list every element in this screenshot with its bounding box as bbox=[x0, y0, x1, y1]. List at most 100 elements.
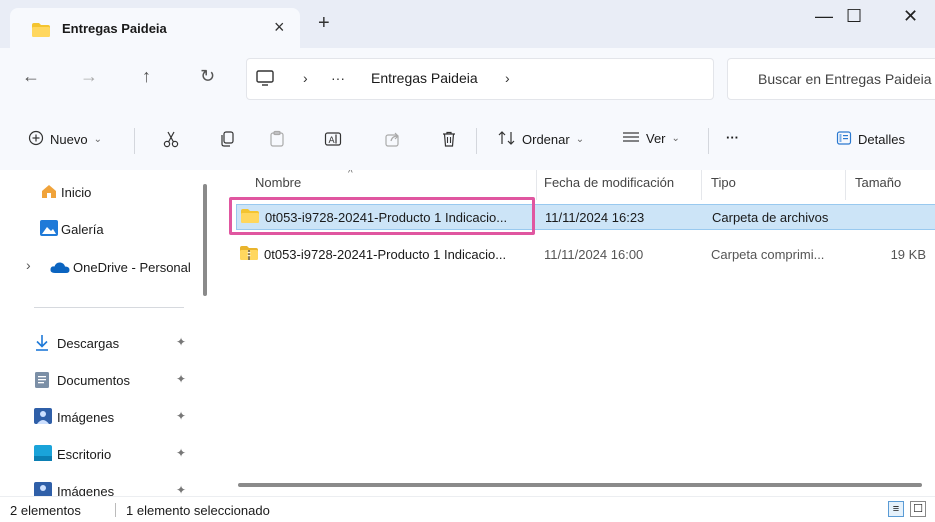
sidebar-item-label: Imágenes bbox=[57, 410, 115, 425]
column-divider[interactable] bbox=[701, 170, 702, 200]
table-row[interactable]: 0t053-i9728-20241-Producto 1 Indicacio..… bbox=[236, 242, 935, 268]
sort-icon bbox=[498, 130, 516, 149]
address-field[interactable]: › ··· Entregas Paideia › bbox=[246, 58, 714, 100]
column-divider[interactable] bbox=[536, 170, 537, 200]
column-header-date[interactable]: Fecha de modificación bbox=[544, 175, 674, 190]
pin-icon[interactable]: ✦ bbox=[176, 446, 186, 460]
details-pane-icon bbox=[836, 130, 852, 149]
file-list: ^ Nombre Fecha de modificación Tipo Tama… bbox=[218, 170, 935, 496]
address-bar-area: ← → ↑ ↻ › ··· Entregas Paideia › bbox=[0, 48, 935, 110]
desktop-icon bbox=[34, 445, 52, 464]
download-icon bbox=[34, 334, 50, 355]
tab-title: Entregas Paideia bbox=[62, 21, 167, 36]
file-date: 11/11/2024 16:23 bbox=[545, 210, 645, 225]
search-input[interactable] bbox=[756, 59, 935, 99]
table-row[interactable]: 0t053-i9728-20241-Producto 1 Indicacio..… bbox=[236, 204, 935, 230]
breadcrumb-separator: › bbox=[303, 70, 308, 86]
file-explorer-window: Entregas Paideia × + — ☐ ✕ ← → ↑ ↻ › ···… bbox=[0, 0, 935, 522]
view-button-label: Ver bbox=[646, 131, 666, 146]
gallery-icon bbox=[40, 220, 58, 239]
close-window-button[interactable]: ✕ bbox=[903, 6, 918, 27]
sidebar-item-descargas[interactable]: Descargas ✦ bbox=[0, 328, 210, 358]
horizontal-scrollbar[interactable] bbox=[238, 483, 922, 487]
breadcrumb-ellipsis[interactable]: ··· bbox=[331, 70, 345, 86]
sidebar-scrollbar[interactable] bbox=[203, 184, 207, 296]
sidebar-item-imagenes[interactable]: Imágenes ✦ bbox=[0, 402, 210, 432]
paste-icon[interactable] bbox=[268, 130, 286, 148]
file-type: Carpeta de archivos bbox=[712, 210, 829, 225]
sidebar-item-label: Documentos bbox=[57, 373, 130, 388]
sort-button-label: Ordenar bbox=[522, 132, 570, 147]
sidebar-item-label: Galería bbox=[61, 222, 104, 237]
status-divider bbox=[115, 503, 116, 517]
delete-icon[interactable] bbox=[440, 130, 458, 148]
up-button[interactable]: ↑ bbox=[142, 66, 151, 87]
tab-close-icon[interactable]: × bbox=[274, 17, 285, 38]
more-options-button[interactable]: ··· bbox=[726, 130, 739, 145]
navigation-pane: Inicio Galería › OneDrive - Personal Des… bbox=[0, 170, 218, 496]
details-button-label: Detalles bbox=[858, 132, 905, 147]
minimize-button[interactable]: — bbox=[815, 6, 833, 27]
column-divider[interactable] bbox=[845, 170, 846, 200]
chevron-down-icon: ⌄ bbox=[671, 133, 680, 144]
sidebar-item-documentos[interactable]: Documentos ✦ bbox=[0, 365, 210, 395]
new-button-label: Nuevo bbox=[50, 132, 88, 147]
refresh-button[interactable]: ↻ bbox=[200, 66, 215, 87]
breadcrumb-entregas-paideia[interactable]: Entregas Paideia bbox=[371, 70, 478, 86]
onedrive-cloud-icon bbox=[50, 261, 70, 277]
view-button[interactable]: Ver ⌄ bbox=[622, 130, 680, 147]
pictures-icon bbox=[34, 408, 52, 427]
share-icon[interactable] bbox=[384, 130, 402, 148]
file-name: 0t053-i9728-20241-Producto 1 Indicacio..… bbox=[264, 247, 507, 262]
pin-icon[interactable]: ✦ bbox=[176, 335, 186, 349]
details-view-icon[interactable]: ≡ bbox=[888, 501, 904, 517]
search-box[interactable] bbox=[727, 58, 935, 100]
sidebar-item-inicio[interactable]: Inicio bbox=[0, 177, 210, 207]
chevron-right-icon[interactable]: › bbox=[26, 257, 31, 273]
cut-icon[interactable] bbox=[162, 130, 180, 148]
folder-icon bbox=[32, 23, 50, 40]
column-header-type[interactable]: Tipo bbox=[711, 175, 736, 190]
sidebar-item-label: OneDrive - Personal bbox=[73, 260, 191, 275]
view-lines-icon bbox=[622, 130, 640, 147]
back-button[interactable]: ← bbox=[22, 66, 40, 87]
sort-button[interactable]: Ordenar ⌄ bbox=[498, 130, 584, 149]
breadcrumb-separator[interactable]: › bbox=[505, 70, 510, 86]
pin-icon[interactable]: ✦ bbox=[176, 483, 186, 496]
monitor-icon bbox=[255, 68, 275, 91]
status-bar: 2 elementos 1 elemento seleccionado ≡ ☐ bbox=[0, 496, 935, 522]
column-header-name[interactable]: Nombre bbox=[255, 175, 301, 190]
documents-icon bbox=[34, 371, 50, 392]
forward-button[interactable]: → bbox=[80, 66, 98, 87]
chevron-down-icon: ⌄ bbox=[575, 134, 585, 145]
sidebar-item-escritorio[interactable]: Escritorio ✦ bbox=[0, 439, 210, 469]
new-tab-button[interactable]: + bbox=[318, 12, 330, 35]
pictures-icon bbox=[34, 482, 52, 496]
pin-icon[interactable]: ✦ bbox=[176, 409, 186, 423]
file-type: Carpeta comprimi... bbox=[711, 247, 825, 262]
maximize-button[interactable]: ☐ bbox=[846, 6, 862, 27]
pin-icon[interactable]: ✦ bbox=[176, 372, 186, 386]
tab-entregas-paideia[interactable]: Entregas Paideia × bbox=[10, 8, 300, 48]
file-date: 11/11/2024 16:00 bbox=[544, 247, 644, 262]
sidebar-item-label: Inicio bbox=[61, 185, 92, 200]
rename-icon[interactable]: A bbox=[324, 130, 342, 148]
sidebar-item-galeria[interactable]: Galería bbox=[0, 214, 210, 244]
sort-ascending-icon: ^ bbox=[348, 170, 353, 179]
toolbar-divider bbox=[476, 128, 477, 154]
copy-icon[interactable] bbox=[218, 130, 236, 148]
chevron-down-icon: ⌄ bbox=[93, 134, 102, 145]
column-header-size[interactable]: Tamaño bbox=[855, 175, 901, 190]
sidebar-item-imagenes-2[interactable]: Imágenes ✦ bbox=[0, 476, 210, 496]
item-count: 2 elementos bbox=[10, 503, 81, 518]
new-button[interactable]: Nuevo ⌄ bbox=[28, 130, 102, 149]
tiles-view-icon[interactable]: ☐ bbox=[910, 501, 926, 517]
command-bar: Nuevo ⌄ A Ordenar ⌄ Ver ⌄ ··· Detalles bbox=[0, 110, 935, 171]
file-size: 19 KB bbox=[890, 247, 926, 262]
sidebar-item-onedrive[interactable]: › OneDrive - Personal bbox=[0, 252, 210, 282]
selection-count: 1 elemento seleccionado bbox=[126, 503, 270, 518]
toolbar-divider bbox=[708, 128, 709, 154]
sidebar-item-label: Imágenes bbox=[57, 484, 115, 496]
details-button[interactable]: Detalles bbox=[836, 130, 905, 149]
plus-circle-icon bbox=[28, 130, 44, 149]
